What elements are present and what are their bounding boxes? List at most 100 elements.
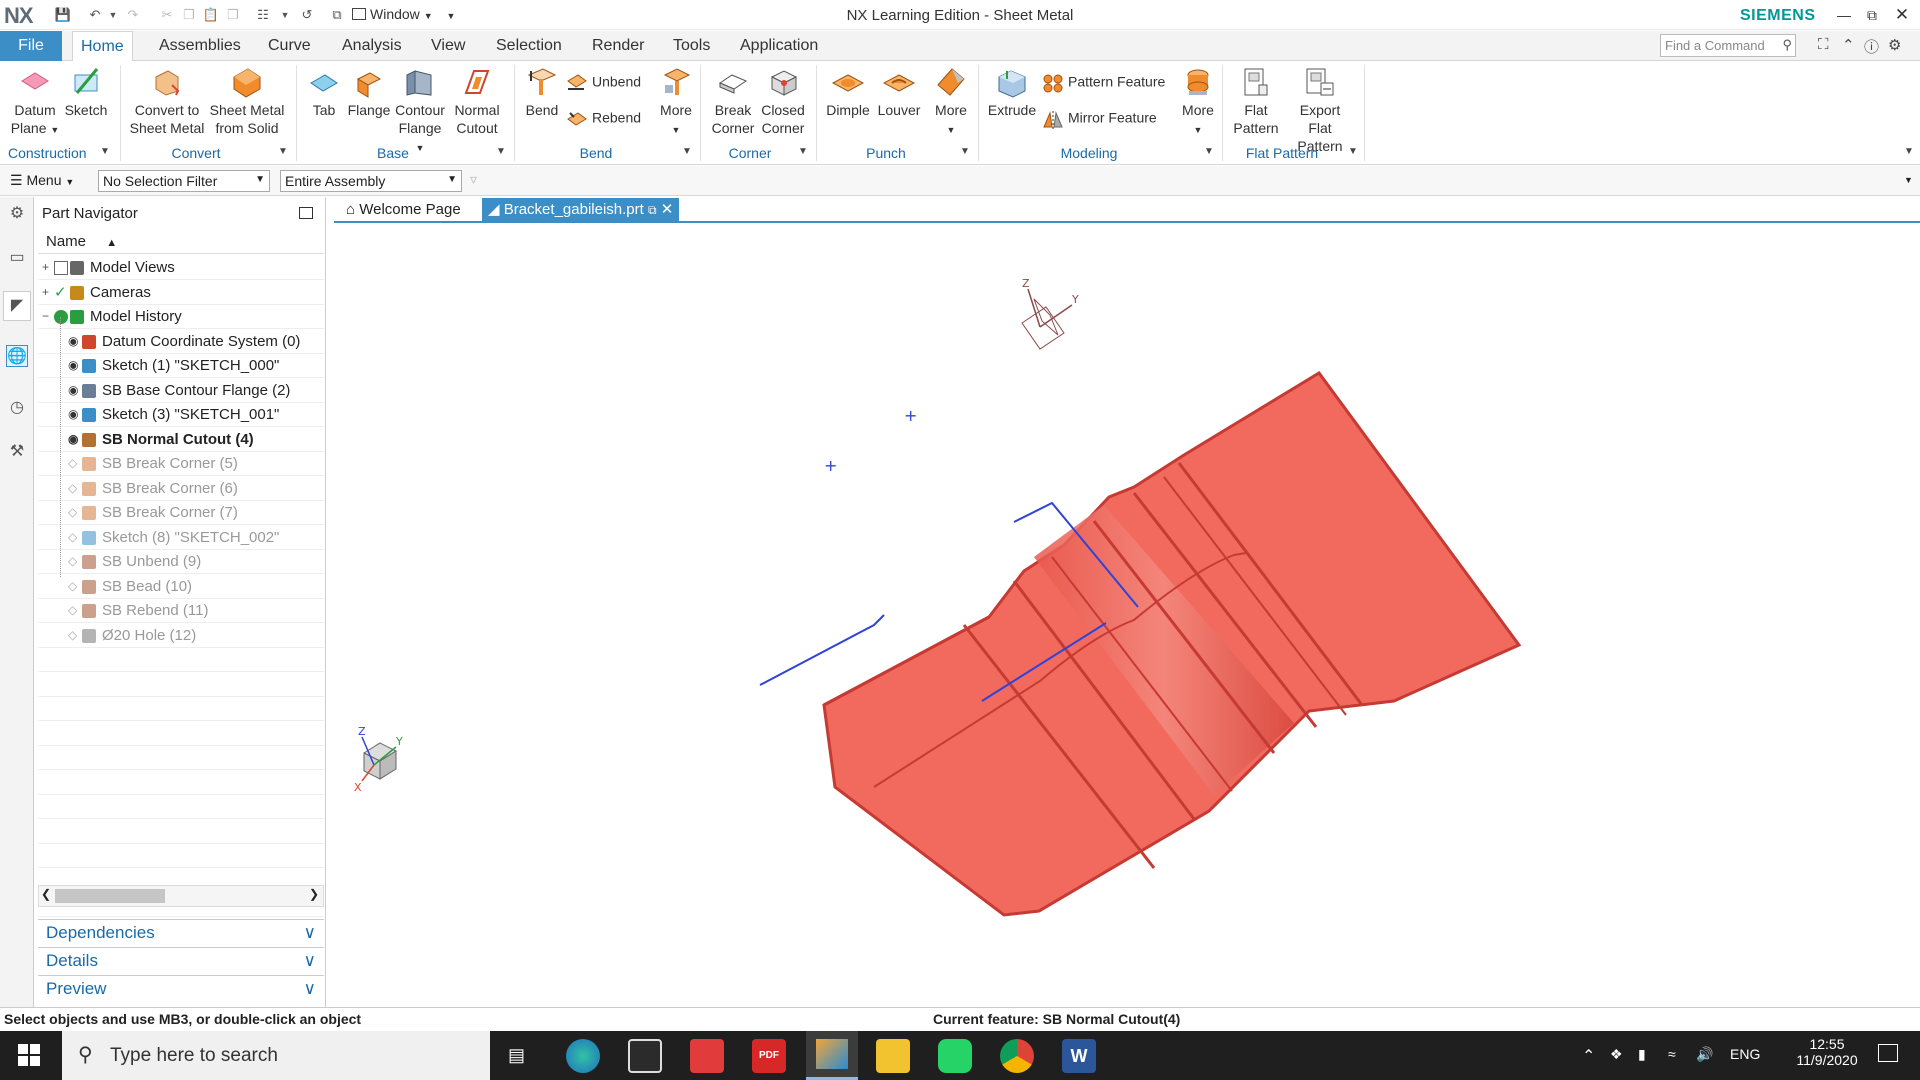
copy-icon[interactable]: ❐ [180, 6, 198, 24]
minimize-button[interactable]: — [1832, 4, 1856, 26]
sketch-button[interactable]: Sketch [64, 65, 108, 119]
punch-group-menu-icon[interactable]: ▼ [960, 146, 970, 157]
flange-button[interactable]: Flange [346, 65, 392, 119]
resource-bar-settings-icon[interactable]: ⚙ [6, 203, 28, 225]
hidden-state-icon[interactable]: ◇ [68, 628, 82, 642]
graphics-window[interactable]: + + Z Y Z Y X [334, 225, 1920, 1007]
tray-overflow-icon[interactable]: ⌃ [1582, 1046, 1595, 1066]
modeling-group-menu-icon[interactable]: ▼ [1204, 146, 1214, 157]
chrome-icon[interactable] [1000, 1039, 1034, 1073]
tree-row[interactable]: ◇ SB Break Corner (5) [38, 452, 324, 476]
whatsapp-icon[interactable] [938, 1039, 972, 1073]
punch-more-button[interactable]: More ▼ [928, 65, 974, 139]
tree-row[interactable]: ◉ Datum Coordinate System (0) [38, 330, 324, 354]
scroll-thumb[interactable] [55, 889, 165, 903]
filter-reset-icon[interactable]: ▿ [470, 171, 477, 188]
volume-icon[interactable]: 🔊 [1696, 1046, 1713, 1063]
export-flat-pattern-button[interactable]: Export Flat Pattern [1288, 65, 1352, 155]
tree-row[interactable]: ◇ Ø20 Hole (12) [38, 624, 324, 648]
tree-row[interactable]: − Model History [38, 305, 324, 329]
undo-dropdown-icon[interactable]: ▼ [104, 6, 122, 24]
save-icon[interactable]: 💾 [54, 6, 72, 24]
undo-icon[interactable]: ↶ [86, 6, 104, 24]
hidden-state-icon[interactable]: ◇ [68, 530, 82, 544]
word-icon[interactable]: W [1062, 1039, 1096, 1073]
bend-button[interactable]: Bend [520, 65, 564, 119]
tree-row[interactable]: ◇ Sketch (8) "SKETCH_002" [38, 526, 324, 550]
clock[interactable]: 12:55 11/9/2020 [1792, 1036, 1862, 1068]
tree-row[interactable]: ◉ Sketch (1) "SKETCH_000" [38, 354, 324, 378]
ribbon-options-icon[interactable]: ▼ [1904, 146, 1914, 157]
visible-eye-icon[interactable]: ◉ [68, 432, 82, 446]
hidden-state-icon[interactable]: ◇ [68, 579, 82, 593]
maximize-icon[interactable] [299, 207, 313, 219]
expand-icon[interactable]: + [42, 281, 49, 304]
restore-button[interactable]: ⧉ [1860, 4, 1884, 26]
wifi-icon[interactable]: ≈ [1668, 1046, 1676, 1062]
tab-file[interactable]: File [0, 31, 62, 61]
tab-tools[interactable]: Tools [665, 31, 718, 61]
tab-render[interactable]: Render [584, 31, 652, 61]
paste-icon[interactable]: 📋 [202, 6, 220, 24]
tree-row[interactable]: ◇ SB Break Corner (7) [38, 501, 324, 525]
normal-cutout-button[interactable]: Normal Cutout [448, 65, 506, 137]
pattern-feature-button[interactable]: Pattern Feature [1042, 73, 1165, 93]
break-corner-button[interactable]: Break Corner [706, 65, 760, 137]
microsoft-store-icon[interactable] [628, 1039, 662, 1073]
tab-button[interactable]: Tab [302, 65, 346, 119]
sheet-metal-model[interactable]: + + Z Y Z Y X [334, 225, 1920, 1007]
visible-eye-icon[interactable]: ◉ [68, 407, 82, 421]
taskbar-search-input[interactable]: ⚲ Type here to search [62, 1031, 490, 1080]
tree-row[interactable]: + ✓ Cameras [38, 281, 324, 305]
visible-eye-icon[interactable]: ◉ [68, 358, 82, 372]
fullscreen-icon[interactable]: ⛶ [1818, 36, 1829, 53]
history-icon[interactable]: ◷ [6, 397, 28, 419]
datum-plane-button[interactable]: Datum Plane ▼ [8, 65, 62, 139]
reuse-library-icon[interactable]: ⚒ [6, 441, 28, 463]
visible-eye-icon[interactable]: ◉ [68, 383, 82, 397]
close-button[interactable]: ✕ [1890, 4, 1914, 26]
sheet-metal-from-solid-button[interactable]: Sheet Metal from Solid [208, 65, 286, 137]
tree-row[interactable]: + Model Views [38, 256, 324, 280]
selection-scope-select[interactable]: Entire Assembly ▼ [280, 170, 462, 192]
pdf-app-icon[interactable]: PDF [752, 1039, 786, 1073]
tab-assemblies[interactable]: Assemblies [151, 31, 249, 61]
bend-more-button[interactable]: More ▼ [654, 65, 698, 139]
tab-part-file[interactable]: ◢ Bracket_gabileish.prt ⧉ ✕ [482, 198, 680, 222]
redo-icon[interactable]: ↷ [124, 6, 142, 24]
part-navigator-icon[interactable]: ◤ [3, 291, 31, 321]
tab-welcome-page[interactable]: ⌂ Welcome Page [340, 198, 467, 222]
hidden-state-icon[interactable]: ◇ [68, 456, 82, 470]
tab-view[interactable]: View [423, 31, 473, 61]
convert-group-menu-icon[interactable]: ▼ [278, 146, 288, 157]
language-indicator[interactable]: ENG [1730, 1046, 1760, 1062]
horizontal-scrollbar[interactable]: ❮ ❯ [38, 885, 324, 907]
cut-icon[interactable]: ✂ [158, 6, 176, 24]
assembly-navigator-icon[interactable]: ▭ [6, 247, 28, 269]
dropbox-icon[interactable]: ❖ [1610, 1046, 1623, 1063]
hidden-state-icon[interactable]: ◇ [68, 554, 82, 568]
scroll-left-icon[interactable]: ❮ [41, 887, 51, 901]
modeling-more-button[interactable]: More ▼ [1176, 65, 1220, 139]
collapse-ribbon-icon[interactable]: ⌃ [1842, 36, 1855, 54]
undock-icon[interactable]: ⧉ [648, 203, 657, 217]
selection-filter-select[interactable]: No Selection Filter ▼ [98, 170, 270, 192]
unbend-button[interactable]: Unbend [566, 73, 641, 93]
repeat-command-icon[interactable]: ☷ [254, 6, 272, 24]
settings-icon[interactable]: ⚙ [1888, 36, 1901, 54]
switch-window-icon[interactable]: ⧉ [328, 6, 346, 24]
delete-icon[interactable]: ❐ [224, 6, 242, 24]
window-menu[interactable]: Window ▼ ▼ [352, 6, 455, 22]
extrude-button[interactable]: Extrude [984, 65, 1040, 119]
visible-eye-icon[interactable]: ◉ [68, 334, 82, 348]
convert-to-sheet-metal-button[interactable]: Convert to Sheet Metal [128, 65, 206, 137]
tab-selection[interactable]: Selection [488, 31, 570, 61]
construction-group-menu-icon[interactable]: ▼ [100, 146, 110, 157]
base-group-menu-icon[interactable]: ▼ [496, 146, 506, 157]
contour-flange-button[interactable]: Contour Flange ▼ [394, 65, 446, 157]
hidden-state-icon[interactable]: ◇ [68, 481, 82, 495]
details-panel[interactable]: Details ∨ [38, 947, 324, 973]
touch-mode-icon[interactable]: ↺ [298, 6, 316, 24]
find-command-input[interactable]: Find a Command ⚲ [1660, 34, 1796, 57]
closed-corner-button[interactable]: Closed Corner [758, 65, 808, 137]
